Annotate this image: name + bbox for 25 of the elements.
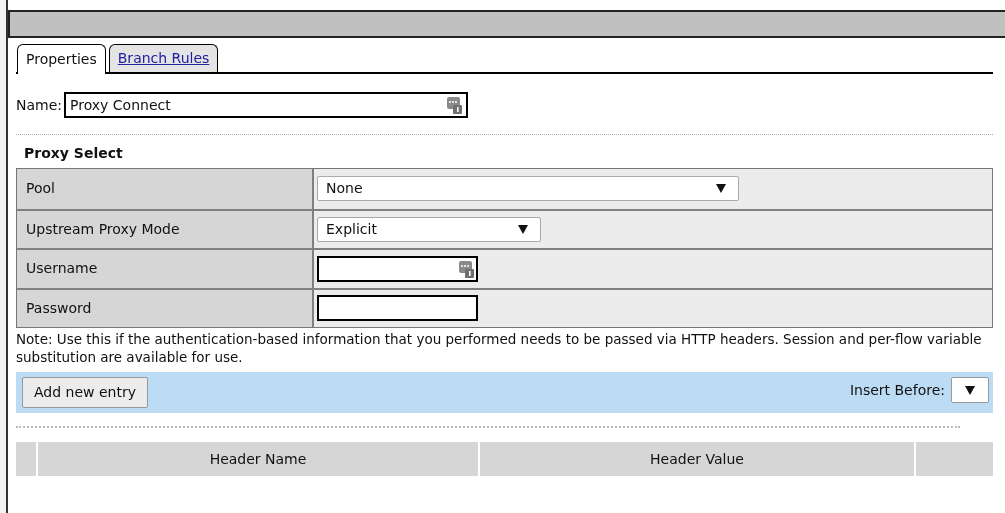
tab[interactable]: Branch Rules	[108, 44, 219, 72]
name-label: Name:	[16, 95, 63, 115]
dropdown[interactable]	[951, 377, 989, 403]
field-label: Username	[17, 250, 314, 288]
tab[interactable]: Properties	[17, 44, 106, 74]
caret-icon	[965, 385, 975, 395]
insert-before-label: Insert Before:	[849, 380, 945, 400]
variable-icon[interactable]	[458, 259, 474, 278]
field-label: Password	[17, 289, 314, 327]
variable-icon[interactable]	[446, 96, 463, 114]
column-header	[16, 442, 36, 476]
field-label: Upstream Proxy Mode	[17, 210, 314, 248]
caret-icon	[518, 224, 528, 234]
field-label: Pool	[17, 169, 314, 209]
section-title: Proxy Select	[24, 144, 124, 163]
dropdown[interactable]: Explicit	[317, 216, 541, 242]
column-header: Header Name	[38, 442, 478, 476]
input-field[interactable]	[317, 255, 478, 282]
column-header: Header Value	[480, 442, 914, 476]
caret-icon	[716, 184, 726, 194]
note-text: Note: Use this if the authentication-based information that you performed needs to be passed via HTTP headers. Session and per-flow variable substitution are available for use.	[16, 330, 983, 366]
name-field[interactable]: Proxy Connect	[64, 92, 469, 118]
dropdown[interactable]: None	[317, 176, 739, 202]
password-field[interactable]	[317, 295, 478, 322]
add-entry-button[interactable]: Add new entry	[22, 377, 148, 408]
